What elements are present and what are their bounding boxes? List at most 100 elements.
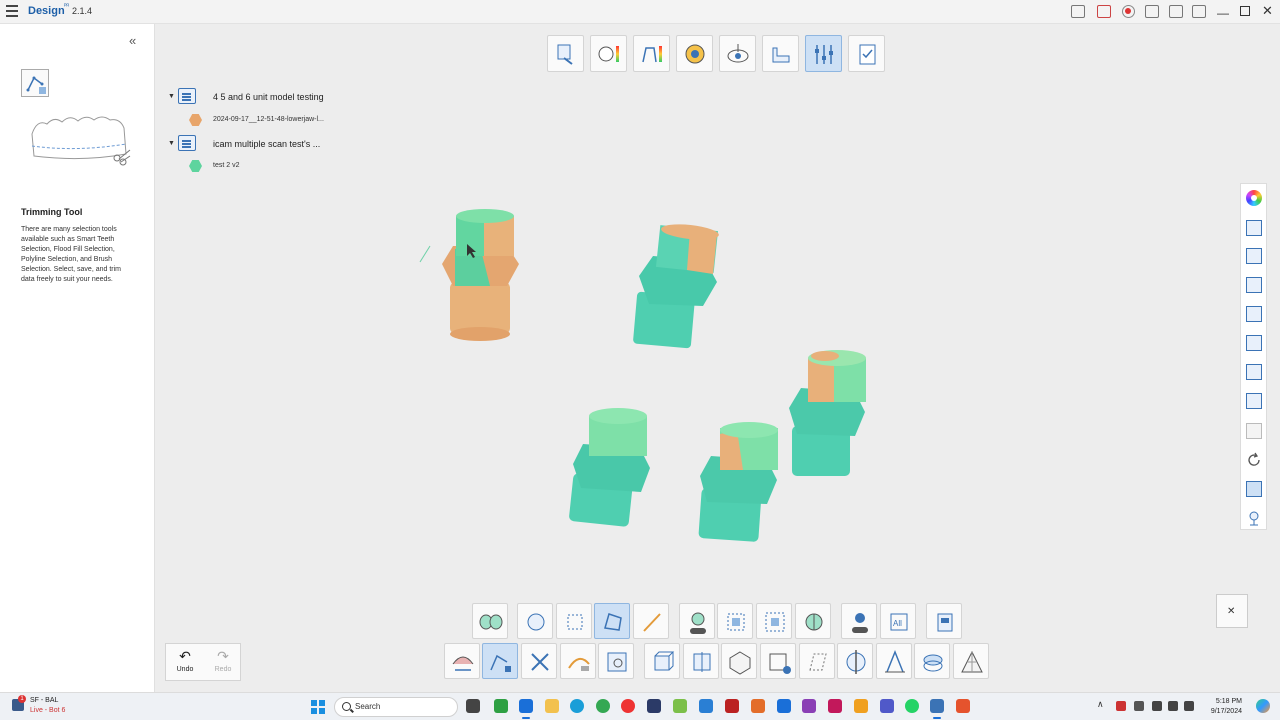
pin-icon[interactable]: [1246, 510, 1262, 526]
search-input[interactable]: Search: [334, 697, 458, 717]
rect-select-icon[interactable]: [556, 603, 592, 639]
measure-icon[interactable]: [876, 643, 912, 679]
smart-teeth-icon[interactable]: [472, 603, 508, 639]
app-icon-blue[interactable]: [699, 699, 713, 713]
screenshot-icon[interactable]: [1145, 5, 1159, 18]
tray-expand-icon[interactable]: ∧: [1097, 699, 1104, 710]
view-bottom-icon[interactable]: [1246, 364, 1262, 380]
app-icon-magenta[interactable]: [828, 699, 842, 713]
app-icon-coral[interactable]: [956, 699, 970, 713]
trim-icon[interactable]: [482, 643, 518, 679]
redo-button[interactable]: ↷ Redo: [204, 644, 242, 682]
screenshot-icon[interactable]: [1246, 481, 1262, 497]
copilot-icon[interactable]: [1256, 699, 1270, 713]
app-icon-purple[interactable]: [802, 699, 816, 713]
window-layout-icon[interactable]: [1169, 5, 1183, 18]
app-icon-amber[interactable]: [854, 699, 868, 713]
tree-group-label[interactable]: 4 5 and 6 unit model testing: [213, 92, 324, 102]
solid-icon[interactable]: [721, 643, 757, 679]
brush-select-icon[interactable]: [633, 603, 669, 639]
widget-title[interactable]: SF - BAL: [30, 697, 58, 704]
3d-viewport[interactable]: [155, 24, 1240, 692]
axis-icon[interactable]: [719, 35, 756, 72]
split-view-icon[interactable]: [1246, 423, 1262, 439]
split-icon[interactable]: [795, 603, 831, 639]
undo-button[interactable]: ↶ Undo: [166, 644, 204, 682]
app-icon-red[interactable]: [725, 699, 739, 713]
design-app-icon[interactable]: [930, 699, 944, 719]
view-iso-icon[interactable]: [1246, 393, 1262, 409]
scan-model-1[interactable]: [419, 209, 519, 341]
deselect-off-icon[interactable]: [841, 603, 877, 639]
hamburger-menu-icon[interactable]: [6, 5, 18, 17]
chrome-icon[interactable]: [596, 699, 610, 713]
view-back-icon[interactable]: [1246, 248, 1262, 264]
scan-model-2[interactable]: [633, 222, 720, 349]
scan-model-5[interactable]: [789, 350, 866, 476]
outlook-icon[interactable]: [519, 699, 533, 719]
layers-icon[interactable]: [914, 643, 950, 679]
expand-arrow-icon[interactable]: ▼: [168, 140, 175, 147]
section-icon[interactable]: [683, 643, 719, 679]
clock-time[interactable]: 5:18 PM: [1200, 698, 1242, 705]
teams-badge-icon[interactable]: [777, 699, 791, 713]
frame-add-icon[interactable]: [760, 643, 796, 679]
whatsapp-icon[interactable]: [905, 699, 919, 713]
app-icon-green[interactable]: [494, 699, 508, 713]
app-icon-orange[interactable]: [751, 699, 765, 713]
expand-icon[interactable]: [756, 603, 792, 639]
expand-arrow-icon[interactable]: ▼: [168, 93, 175, 100]
volume-icon[interactable]: [1168, 701, 1178, 711]
smooth-icon[interactable]: [560, 643, 596, 679]
app-icon-lime[interactable]: [673, 699, 687, 713]
trimming-tools-icon[interactable]: [805, 35, 842, 72]
tray-app-icon[interactable]: [1116, 701, 1126, 711]
scan-compare-icon[interactable]: [590, 35, 627, 72]
scan-model-4[interactable]: [698, 422, 778, 542]
import-icon[interactable]: [547, 35, 584, 72]
select-all-icon[interactable]: All: [880, 603, 916, 639]
record-region-icon[interactable]: [1097, 5, 1111, 18]
close-button[interactable]: ✕: [1262, 3, 1273, 19]
terminal-icon[interactable]: [647, 699, 661, 713]
file-explorer-icon[interactable]: [545, 699, 559, 713]
fill-hole-icon[interactable]: [521, 643, 557, 679]
mesh-icon[interactable]: [953, 643, 989, 679]
tree-item-label[interactable]: test 2 v2: [213, 162, 239, 169]
base-icon[interactable]: [762, 35, 799, 72]
record-icon[interactable]: [1122, 5, 1135, 18]
jaw-swap-icon[interactable]: [444, 643, 480, 679]
teams-icon[interactable]: [880, 699, 894, 713]
clock-date[interactable]: 9/17/2024: [1200, 708, 1242, 715]
minimize-button[interactable]: —: [1217, 6, 1229, 20]
save-selection-icon[interactable]: [926, 603, 962, 639]
tree-item-label[interactable]: 2024-09-17__12-51-48-lowerjaw-l...: [213, 116, 324, 123]
inspect-icon[interactable]: [598, 643, 634, 679]
battery-icon[interactable]: [1184, 701, 1194, 711]
view-front-icon[interactable]: [1246, 220, 1262, 236]
reset-rotation-icon[interactable]: [1246, 452, 1262, 468]
start-icon[interactable]: [311, 700, 325, 714]
view-top-icon[interactable]: [1246, 335, 1262, 351]
tree-group-label[interactable]: icam multiple scan test's ...: [213, 139, 320, 149]
polyline-select-icon[interactable]: [594, 603, 630, 639]
microphone-icon[interactable]: [1134, 701, 1144, 711]
margin-icon[interactable]: [676, 35, 713, 72]
shrink-icon[interactable]: [717, 603, 753, 639]
checklist-icon[interactable]: [848, 35, 885, 72]
wifi-icon[interactable]: [1152, 701, 1162, 711]
flood-fill-icon[interactable]: [517, 603, 553, 639]
camera-capture-icon[interactable]: [1071, 5, 1085, 18]
edge-icon[interactable]: [570, 699, 584, 713]
color-wheel-icon[interactable]: [1246, 190, 1262, 206]
view-cube[interactable]: ✕: [1216, 594, 1248, 628]
maximize-button[interactable]: [1240, 6, 1250, 16]
deviation-icon[interactable]: [633, 35, 670, 72]
cross-section-icon[interactable]: [837, 643, 873, 679]
opera-icon[interactable]: [621, 699, 635, 713]
scan-model-3[interactable]: [569, 408, 650, 527]
view-left-icon[interactable]: [1246, 277, 1262, 293]
invert-off-icon[interactable]: [679, 603, 715, 639]
task-view-icon[interactable]: [466, 699, 480, 713]
remesh-icon[interactable]: [799, 643, 835, 679]
